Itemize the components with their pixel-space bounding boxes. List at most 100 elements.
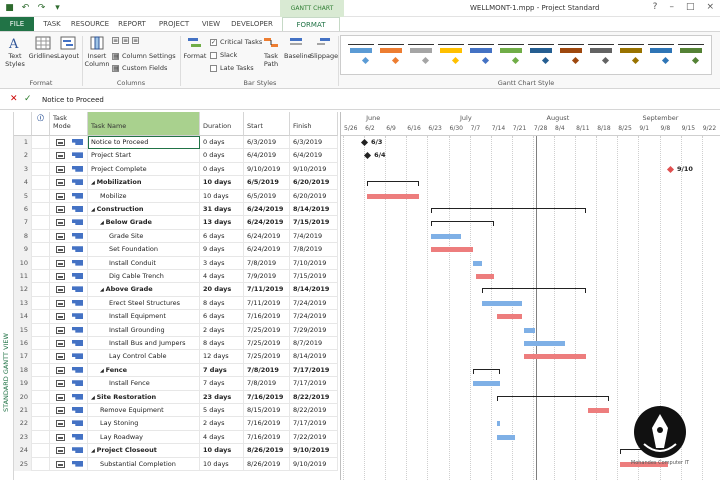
row-id[interactable]: 4 <box>14 176 32 190</box>
gantt-style-swatch[interactable] <box>677 40 705 70</box>
row-finish[interactable]: 7/29/2019 <box>290 323 338 337</box>
row-id[interactable]: 11 <box>14 270 32 284</box>
column-settings-button[interactable]: ▦ Column Settings <box>112 52 176 60</box>
row-name[interactable]: Install Bus and Jumpers <box>88 337 200 351</box>
row-mode[interactable] <box>50 377 88 391</box>
row-name[interactable]: Lay Roadway <box>88 430 200 445</box>
column-header-duration[interactable]: Duration <box>200 112 244 136</box>
row-duration[interactable]: 4 days <box>200 430 244 445</box>
row-id[interactable]: 17 <box>14 350 32 364</box>
row-name[interactable]: Grade Site <box>88 229 200 244</box>
row-finish[interactable]: 6/3/2019 <box>290 136 338 150</box>
row-id[interactable]: 6 <box>14 203 32 217</box>
gantt-style-swatch[interactable] <box>647 40 675 70</box>
row-duration[interactable]: 8 days <box>200 337 244 351</box>
row-duration[interactable]: 0 days <box>200 149 244 163</box>
gantt-style-swatch[interactable] <box>437 40 465 70</box>
row-start[interactable]: 7/9/2019 <box>244 270 290 284</box>
row-mode[interactable] <box>50 363 88 378</box>
gantt-style-swatch[interactable] <box>587 40 615 70</box>
row-start[interactable]: 7/16/2019 <box>244 390 290 404</box>
task-row[interactable]: 4 ◢ Mobilization 10 days 6/5/2019 6/20/2019 <box>14 176 338 190</box>
tab-resource[interactable]: RESOURCE <box>70 17 110 31</box>
row-start[interactable]: 6/24/2019 <box>244 216 290 230</box>
task-bar[interactable] <box>482 300 523 306</box>
row-finish[interactable]: 9/10/2019 <box>290 444 338 458</box>
row-name[interactable]: ◢ Project Closeout <box>88 444 200 458</box>
row-name[interactable]: Install Fence <box>88 377 200 391</box>
task-bar[interactable] <box>430 247 473 253</box>
row-name[interactable]: Install Equipment <box>88 310 200 324</box>
row-id[interactable]: 24 <box>14 444 32 458</box>
gantt-style-swatch[interactable] <box>497 40 525 70</box>
row-mode[interactable] <box>50 296 88 311</box>
task-bar[interactable] <box>497 434 515 440</box>
slack-checkbox[interactable]: Slack <box>210 51 237 59</box>
row-mode[interactable] <box>50 417 88 431</box>
task-path-button[interactable]: Task Path <box>258 36 284 68</box>
row-mode[interactable] <box>50 337 88 351</box>
row-mode[interactable] <box>50 283 88 297</box>
row-finish[interactable]: 7/10/2019 <box>290 256 338 270</box>
row-name[interactable]: Install Conduit <box>88 256 200 270</box>
row-finish[interactable]: 7/24/2019 <box>290 310 338 324</box>
row-mode[interactable] <box>50 149 88 163</box>
task-row[interactable]: 19 Install Fence 7 days 7/8/2019 7/17/2019 <box>14 377 338 391</box>
row-start[interactable]: 7/16/2019 <box>244 417 290 431</box>
column-header-name[interactable]: Task Name <box>88 112 200 136</box>
row-mode[interactable] <box>50 457 88 471</box>
critical-tasks-checkbox[interactable]: ✓ Critical Tasks <box>210 38 262 46</box>
row-id[interactable]: 23 <box>14 430 32 445</box>
row-name[interactable]: Set Foundation <box>88 243 200 257</box>
row-mode[interactable] <box>50 256 88 270</box>
column-header-finish[interactable]: Finish <box>290 112 338 136</box>
row-start[interactable]: 7/11/2019 <box>244 283 290 297</box>
task-row[interactable]: 23 Lay Roadway 4 days 7/16/2019 7/22/2019 <box>14 430 338 445</box>
task-bar[interactable] <box>472 260 483 266</box>
row-duration[interactable]: 13 days <box>200 216 244 230</box>
row-finish[interactable]: 7/17/2019 <box>290 377 338 391</box>
summary-bar[interactable] <box>430 208 586 213</box>
row-finish[interactable]: 8/14/2019 <box>290 203 338 217</box>
gantt-style-swatch[interactable] <box>617 40 645 70</box>
row-finish[interactable]: 8/22/2019 <box>290 390 338 404</box>
row-duration[interactable]: 4 days <box>200 270 244 284</box>
row-finish[interactable]: 7/24/2019 <box>290 296 338 311</box>
row-finish[interactable]: 7/4/2019 <box>290 229 338 244</box>
row-name[interactable]: Lay Control Cable <box>88 350 200 364</box>
row-finish[interactable]: 8/14/2019 <box>290 283 338 297</box>
row-id[interactable]: 7 <box>14 216 32 230</box>
row-start[interactable]: 7/25/2019 <box>244 323 290 337</box>
task-row[interactable]: 8 Grade Site 6 days 6/24/2019 7/4/2019 <box>14 229 338 244</box>
row-start[interactable]: 7/16/2019 <box>244 310 290 324</box>
column-header-mode[interactable]: Task Mode <box>50 112 88 136</box>
row-duration[interactable]: 8 days <box>200 296 244 311</box>
row-mode[interactable] <box>50 136 88 150</box>
row-mode[interactable] <box>50 350 88 364</box>
row-duration[interactable]: 6 days <box>200 310 244 324</box>
summary-bar[interactable] <box>430 221 495 227</box>
row-duration[interactable]: 9 days <box>200 243 244 257</box>
task-row[interactable]: 7 ◢ Below Grade 13 days 6/24/2019 7/15/2019 <box>14 216 338 230</box>
align-right-icon[interactable]: ≡ <box>132 37 139 44</box>
row-duration[interactable]: 10 days <box>200 176 244 190</box>
tab-format[interactable]: FORMAT <box>282 17 340 31</box>
row-mode[interactable] <box>50 243 88 257</box>
row-start[interactable]: 6/24/2019 <box>244 203 290 217</box>
task-bar[interactable] <box>524 354 586 360</box>
row-mode[interactable] <box>50 176 88 190</box>
row-start[interactable]: 9/10/2019 <box>244 162 290 177</box>
row-duration[interactable]: 10 days <box>200 457 244 471</box>
task-bar[interactable] <box>472 381 501 387</box>
task-row[interactable]: 18 ◢ Fence 7 days 7/8/2019 7/17/2019 <box>14 363 338 378</box>
minimize-icon[interactable]: – <box>669 2 674 12</box>
gantt-style-swatch[interactable] <box>347 40 375 70</box>
summary-bar[interactable] <box>472 368 501 374</box>
row-name[interactable]: Notice to Proceed <box>88 136 200 150</box>
row-duration[interactable]: 3 days <box>200 256 244 270</box>
row-start[interactable]: 7/16/2019 <box>244 430 290 445</box>
bar-format-button[interactable]: Format <box>182 36 208 60</box>
row-name[interactable]: ◢ Construction <box>88 203 200 217</box>
row-duration[interactable]: 7 days <box>200 363 244 378</box>
gantt-style-swatch[interactable] <box>557 40 585 70</box>
